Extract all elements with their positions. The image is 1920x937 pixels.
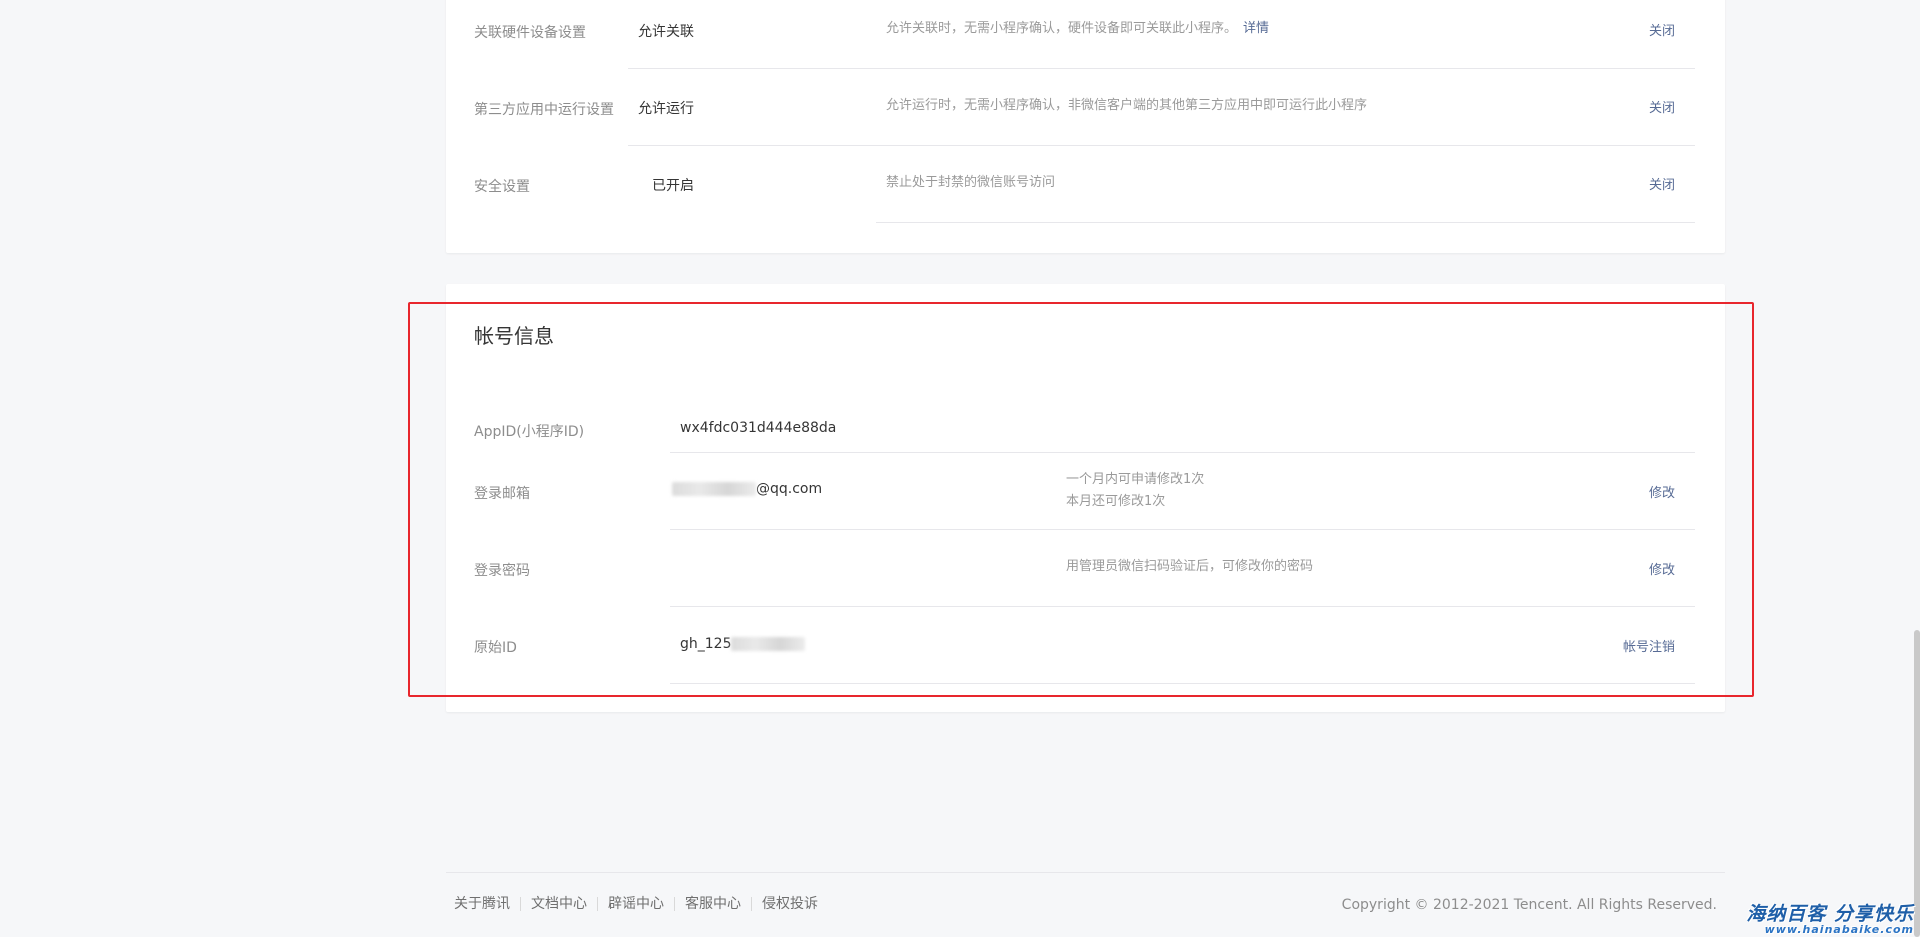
account-info-card: 帐号信息 AppID(小程序ID) wx4fdc031d444e88da 登录邮… <box>446 284 1725 712</box>
setting-label-security: 安全设置 <box>474 179 530 195</box>
hardware-close-button[interactable]: 关闭 <box>1649 20 1675 39</box>
account-row-original-id: 原始ID gh_125 帐号注销 <box>446 607 1725 684</box>
password-label: 登录密码 <box>474 563 530 579</box>
setting-row-hardware: 关联硬件设备设置 允许关联 允许关联时，无需小程序确认，硬件设备即可关联此小程序… <box>446 0 1725 69</box>
footer-links: 关于腾讯 文档中心 辟谣中心 客服中心 侵权投诉 <box>454 897 828 911</box>
setting-value-third-party: 允许运行 <box>638 101 694 117</box>
setting-label-hardware: 关联硬件设备设置 <box>474 25 586 41</box>
footer-link-rumor[interactable]: 辟谣中心 <box>597 897 674 911</box>
email-desc-line1: 一个月内可申请修改1次 <box>1066 472 1205 487</box>
original-id-prefix: gh_125 <box>680 636 732 652</box>
account-row-email: 登录邮箱 @qq.com 一个月内可申请修改1次 本月还可修改1次 修改 <box>446 453 1725 530</box>
email-redacted-mask <box>672 482 756 496</box>
setting-desc-security: 禁止处于封禁的微信账号访问 <box>886 175 1056 190</box>
footer-link-docs[interactable]: 文档中心 <box>520 897 597 911</box>
scrollbar[interactable] <box>1914 630 1920 937</box>
watermark-main: 海纳百客 分享快乐 <box>1746 903 1914 925</box>
appid-label: AppID(小程序ID) <box>474 424 585 440</box>
original-id-value: gh_125 <box>680 636 806 652</box>
account-cancel-button[interactable]: 帐号注销 <box>1623 636 1675 655</box>
appid-value: wx4fdc031d444e88da <box>680 420 837 436</box>
footer-link-support[interactable]: 客服中心 <box>674 897 751 911</box>
copyright: Copyright © 2012-2021 Tencent. All Right… <box>1341 897 1717 913</box>
setting-desc-hardware: 允许关联时，无需小程序确认，硬件设备即可关联此小程序。 详情 <box>886 18 1269 40</box>
footer-link-about-tencent[interactable]: 关于腾讯 <box>454 897 520 911</box>
password-modify-button[interactable]: 修改 <box>1649 559 1675 578</box>
security-close-button[interactable]: 关闭 <box>1649 174 1675 193</box>
email-label: 登录邮箱 <box>474 486 530 502</box>
setting-label-third-party: 第三方应用中运行设置 <box>474 102 614 118</box>
watermark-logo: 海纳百客 分享快乐 www.hainabaike.com <box>1746 903 1914 936</box>
setting-desc-third-party: 允许运行时，无需小程序确认，非微信客户端的其他第三方应用中即可运行此小程序 <box>886 98 1368 113</box>
original-id-label: 原始ID <box>474 640 517 656</box>
third-party-close-button[interactable]: 关闭 <box>1649 97 1675 116</box>
setting-desc-hardware-text: 允许关联时，无需小程序确认，硬件设备即可关联此小程序。 <box>886 21 1238 36</box>
footer-link-infringement[interactable]: 侵权投诉 <box>751 897 828 911</box>
page: 关联硬件设备设置 允许关联 允许关联时，无需小程序确认，硬件设备即可关联此小程序… <box>0 0 1920 937</box>
watermark-url: www.hainabaike.com <box>1764 923 1914 936</box>
original-id-redacted-mask <box>731 637 806 651</box>
password-desc: 用管理员微信扫码验证后，可修改你的密码 <box>1066 559 1314 574</box>
settings-card: 关联硬件设备设置 允许关联 允许关联时，无需小程序确认，硬件设备即可关联此小程序… <box>446 0 1725 253</box>
account-row-password: 登录密码 用管理员微信扫码验证后，可修改你的密码 修改 <box>446 530 1725 607</box>
hardware-details-link[interactable]: 详情 <box>1243 21 1269 36</box>
email-desc: 一个月内可申请修改1次 本月还可修改1次 <box>1066 469 1204 513</box>
section-title: 帐号信息 <box>474 324 554 348</box>
setting-row-third-party: 第三方应用中运行设置 允许运行 允许运行时，无需小程序确认，非微信客户端的其他第… <box>446 69 1725 146</box>
divider <box>670 683 1695 684</box>
email-modify-button[interactable]: 修改 <box>1649 482 1675 501</box>
setting-value-security: 已开启 <box>652 178 694 194</box>
email-value: @qq.com <box>672 481 822 497</box>
email-suffix: @qq.com <box>756 481 823 497</box>
setting-row-security: 安全设置 已开启 禁止处于封禁的微信账号访问 关闭 <box>446 146 1725 223</box>
divider <box>876 222 1695 223</box>
footer: 关于腾讯 文档中心 辟谣中心 客服中心 侵权投诉 Copyright © 201… <box>446 872 1725 937</box>
email-desc-line2: 本月还可修改1次 <box>1066 494 1166 509</box>
setting-value-hardware: 允许关联 <box>638 24 694 40</box>
